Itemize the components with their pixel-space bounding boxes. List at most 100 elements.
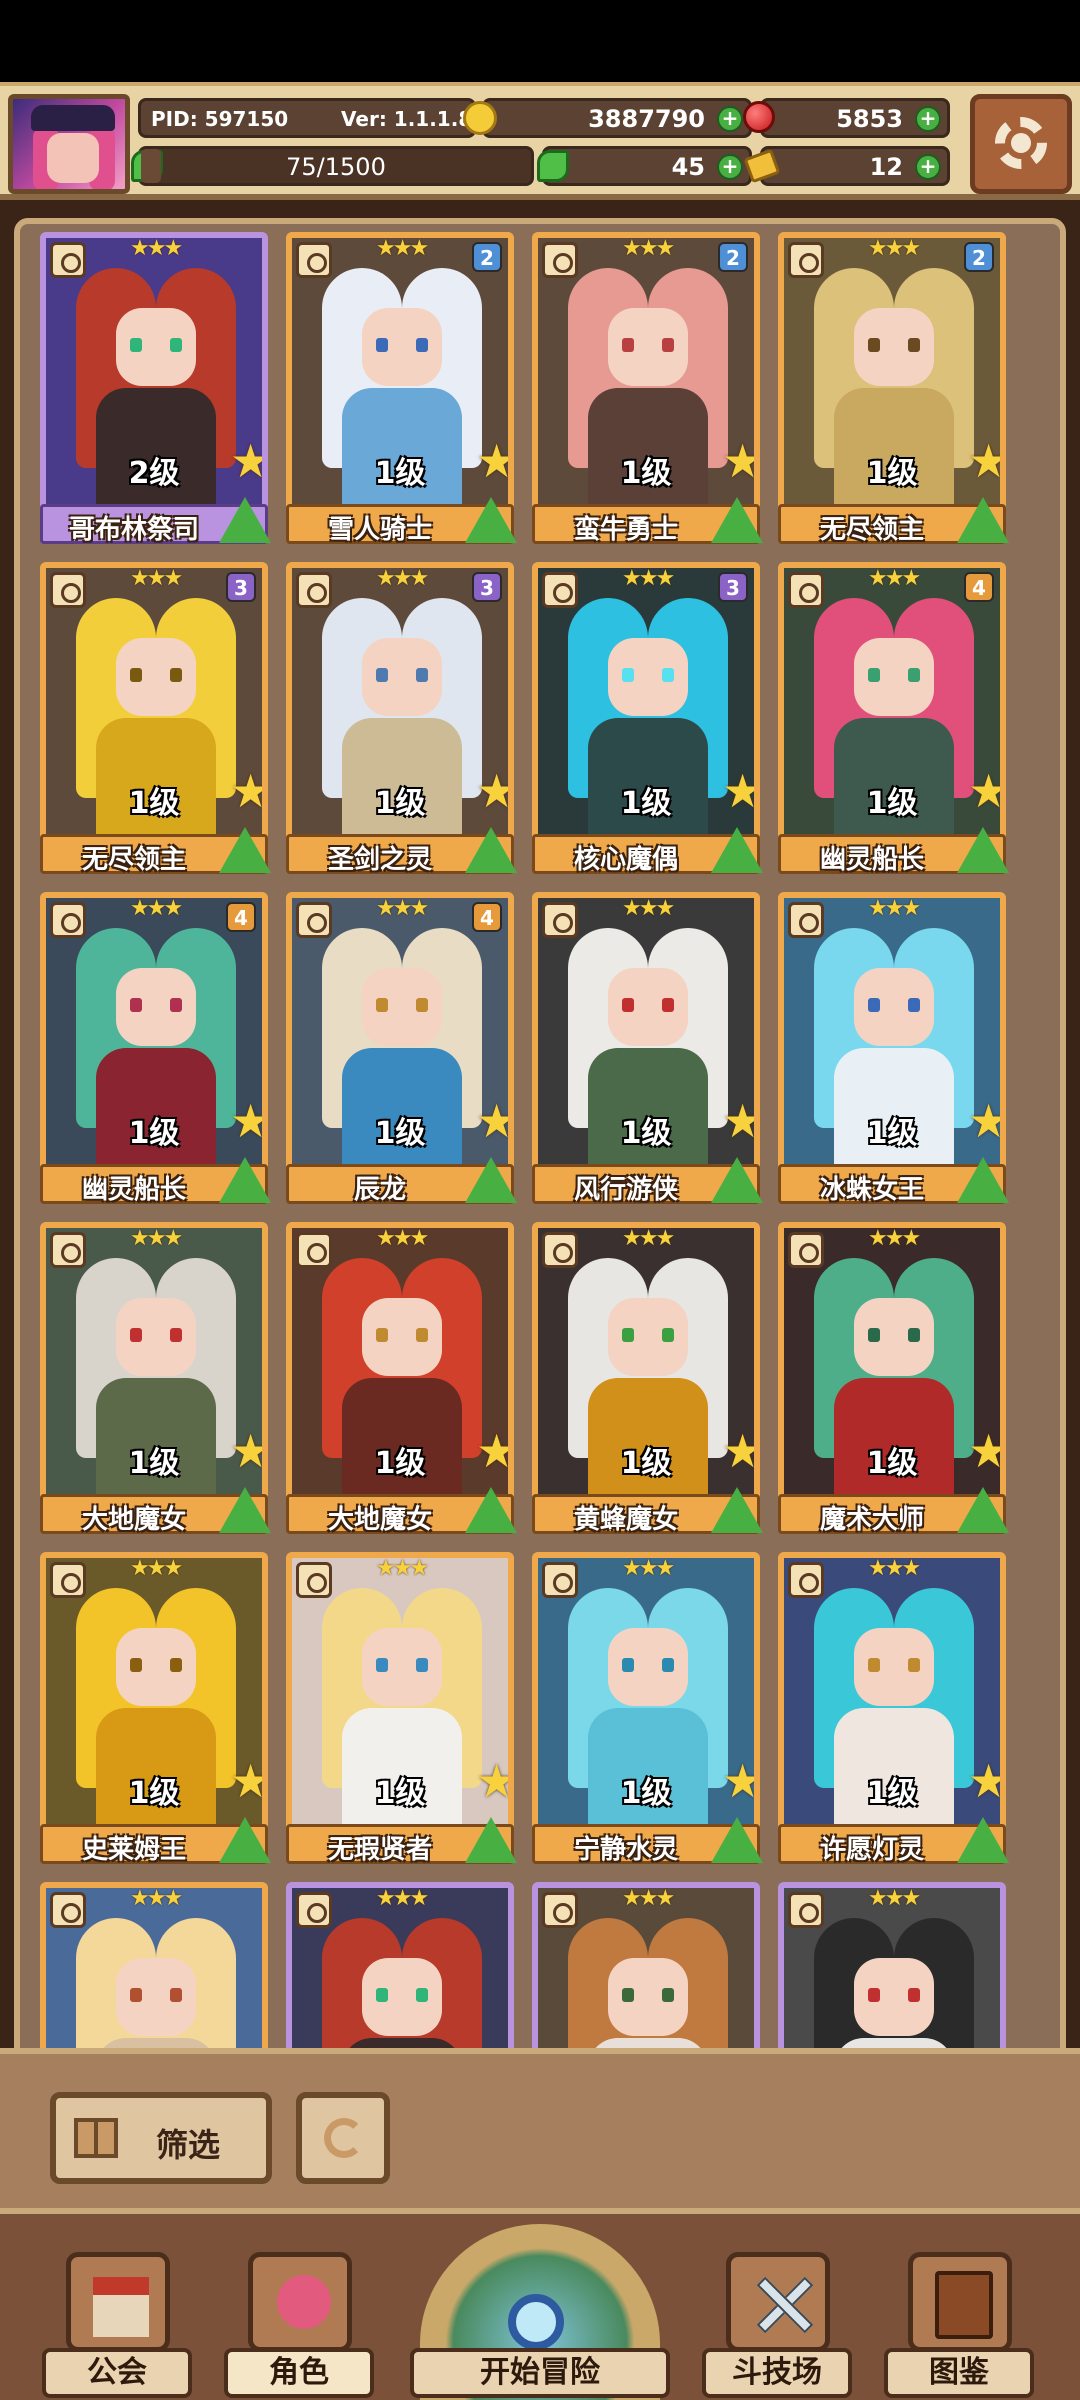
- avatar-hat: [31, 105, 115, 131]
- card-portrait: ★★★ 1级 ★: [532, 892, 760, 1172]
- star-icon: ★: [968, 1424, 1006, 1478]
- character-name: 黄蜂魔女: [573, 1505, 678, 1535]
- upgrade-arrow-icon[interactable]: [465, 827, 517, 873]
- upgrade-arrow-icon[interactable]: [711, 497, 763, 543]
- clover-bar: 45 +: [537, 146, 752, 186]
- name-plate: 风行游侠: [532, 1157, 763, 1205]
- character-card[interactable]: ★★★ 1级 ★ 无瑕贤者: [286, 1552, 517, 1865]
- exp-bar: 75/1500: [131, 146, 534, 186]
- upgrade-arrow-icon[interactable]: [957, 1817, 1009, 1863]
- add-gold-button[interactable]: +: [717, 106, 743, 132]
- name-plate: 大地魔女: [286, 1487, 517, 1535]
- gem-bar: 5853 +: [743, 98, 950, 138]
- class-icon: [788, 572, 824, 608]
- name-plate: 哥布林祭司: [40, 497, 271, 545]
- class-icon: [50, 902, 86, 938]
- character-card[interactable]: ★★★ 2 1级 ★ 雪人骑士: [286, 232, 517, 545]
- character-card[interactable]: ★★★ 1级 ★ 大地魔女: [40, 1222, 271, 1535]
- upgrade-arrow-icon[interactable]: [711, 827, 763, 873]
- character-card[interactable]: ★★★ 1级 ★ 史莱姆王: [40, 1552, 271, 1865]
- character-card[interactable]: ★★★ 4 1级 ★ 幽灵船长: [40, 892, 271, 1205]
- star-icon: ★: [968, 1754, 1006, 1808]
- character-card[interactable]: ★★★: [532, 1882, 760, 2052]
- card-portrait: ★★★: [532, 1882, 760, 2052]
- nav-adventure[interactable]: 开始冒险: [400, 2214, 680, 2400]
- upgrade-arrow-icon[interactable]: [465, 497, 517, 543]
- upgrade-arrow-icon[interactable]: [465, 1157, 517, 1203]
- player-avatar[interactable]: [8, 94, 130, 194]
- upgrade-arrow-icon[interactable]: [957, 1157, 1009, 1203]
- character-name: 核心魔偶: [573, 845, 678, 875]
- character-card[interactable]: ★★★ 1级 ★ 风行游侠: [532, 892, 763, 1205]
- nav-character[interactable]: 角色: [224, 2252, 374, 2400]
- character-card[interactable]: ★★★ 2 1级 ★ 无尽领主: [778, 232, 1009, 545]
- character-card[interactable]: ★★★ 1级 ★ 宁静水灵: [532, 1552, 763, 1865]
- character-card[interactable]: ★★★: [40, 1882, 268, 2052]
- refresh-button[interactable]: [296, 2092, 390, 2184]
- character-grid[interactable]: ★★★ 2级 ★ 哥布林祭司 ★★★ 2 1级 ★ 雪人骑士 ★★★ 2 1级 ★ 蛮牛勇士 ★★★ 2 1级 ★…: [40, 232, 1050, 2052]
- filter-label: 筛选: [156, 2126, 221, 2164]
- art-face: [854, 968, 934, 1046]
- character-card[interactable]: ★★★ 2级 ★ 哥布林祭司: [40, 232, 271, 545]
- card-portrait: ★★★ 3 1级 ★: [286, 562, 514, 842]
- character-card[interactable]: ★★★ 1级 ★ 黄蜂魔女: [532, 1222, 763, 1535]
- character-card[interactable]: ★★★: [778, 1882, 1006, 2052]
- art-eye: [662, 1658, 674, 1672]
- character-card[interactable]: ★★★ 3 1级 ★ 核心魔偶: [532, 562, 763, 875]
- rarity-stars: ★★★: [868, 1226, 921, 1251]
- rarity-stars: ★★★: [622, 236, 675, 261]
- class-icon: [788, 902, 824, 938]
- upgrade-arrow-icon[interactable]: [219, 1487, 271, 1533]
- add-ticket-button[interactable]: +: [915, 154, 941, 180]
- add-gem-button[interactable]: +: [915, 106, 941, 132]
- character-card[interactable]: ★★★ 1级 ★ 大地魔女: [286, 1222, 517, 1535]
- character-card[interactable]: ★★★ 3 1级 ★ 无尽领主: [40, 562, 271, 875]
- upgrade-arrow-icon[interactable]: [465, 1487, 517, 1533]
- art-eye: [130, 1988, 142, 2002]
- add-clover-button[interactable]: +: [717, 154, 743, 180]
- character-name: 无瑕贤者: [327, 1835, 432, 1865]
- settings-button[interactable]: [970, 94, 1072, 194]
- character-card[interactable]: ★★★ 4 1级 ★ 辰龙: [286, 892, 517, 1205]
- art-eye: [130, 1328, 142, 1342]
- character-card[interactable]: ★★★ 4 1级 ★ 幽灵船长: [778, 562, 1009, 875]
- upgrade-arrow-icon[interactable]: [711, 1817, 763, 1863]
- nav-arena[interactable]: 斗技场: [702, 2252, 852, 2400]
- character-card[interactable]: ★★★: [286, 1882, 514, 2052]
- upgrade-arrow-icon[interactable]: [711, 1157, 763, 1203]
- art-face: [854, 1628, 934, 1706]
- art-eye: [662, 338, 674, 352]
- nav-arena-label: 斗技场: [702, 2348, 852, 2398]
- upgrade-arrow-icon[interactable]: [219, 827, 271, 873]
- upgrade-arrow-icon[interactable]: [957, 497, 1009, 543]
- upgrade-arrow-icon[interactable]: [219, 497, 271, 543]
- art-eye: [170, 1988, 182, 2002]
- upgrade-arrow-icon[interactable]: [957, 1487, 1009, 1533]
- class-icon: [50, 572, 86, 608]
- upgrade-arrow-icon[interactable]: [219, 1157, 271, 1203]
- upgrade-arrow-icon[interactable]: [957, 827, 1009, 873]
- nav-guild[interactable]: 公会: [42, 2252, 192, 2400]
- character-card[interactable]: ★★★ 1级 ★ 冰蛛女王: [778, 892, 1009, 1205]
- character-card[interactable]: ★★★ 1级 ★ 魔术大师: [778, 1222, 1009, 1535]
- art-face: [116, 968, 196, 1046]
- art-eye: [868, 998, 880, 1012]
- upgrade-arrow-icon[interactable]: [465, 1817, 517, 1863]
- card-portrait: ★★★ 1级 ★: [532, 1552, 760, 1832]
- card-portrait: ★★★ 2级 ★: [40, 232, 268, 512]
- character-name: 大地魔女: [81, 1505, 186, 1535]
- exp-text: 75/1500: [286, 153, 386, 181]
- upgrade-arrow-icon[interactable]: [711, 1487, 763, 1533]
- character-card[interactable]: ★★★ 3 1级 ★ 圣剑之灵: [286, 562, 517, 875]
- art-eye: [416, 668, 428, 682]
- pid-bar: PID: 597150 Ver: 1.1.1.8: [138, 98, 476, 138]
- rarity-stars: ★★★: [130, 236, 183, 261]
- upgrade-arrow-icon[interactable]: [219, 1817, 271, 1863]
- character-name: 史莱姆王: [81, 1835, 186, 1865]
- character-card[interactable]: ★★★ 1级 ★ 许愿灯灵: [778, 1552, 1009, 1865]
- star-icon: ★: [230, 1424, 268, 1478]
- filter-button[interactable]: 筛选: [50, 2092, 272, 2184]
- character-card[interactable]: ★★★ 2 1级 ★ 蛮牛勇士: [532, 232, 763, 545]
- nav-codex[interactable]: 图鉴: [884, 2252, 1034, 2400]
- red-gem-icon: [743, 101, 775, 133]
